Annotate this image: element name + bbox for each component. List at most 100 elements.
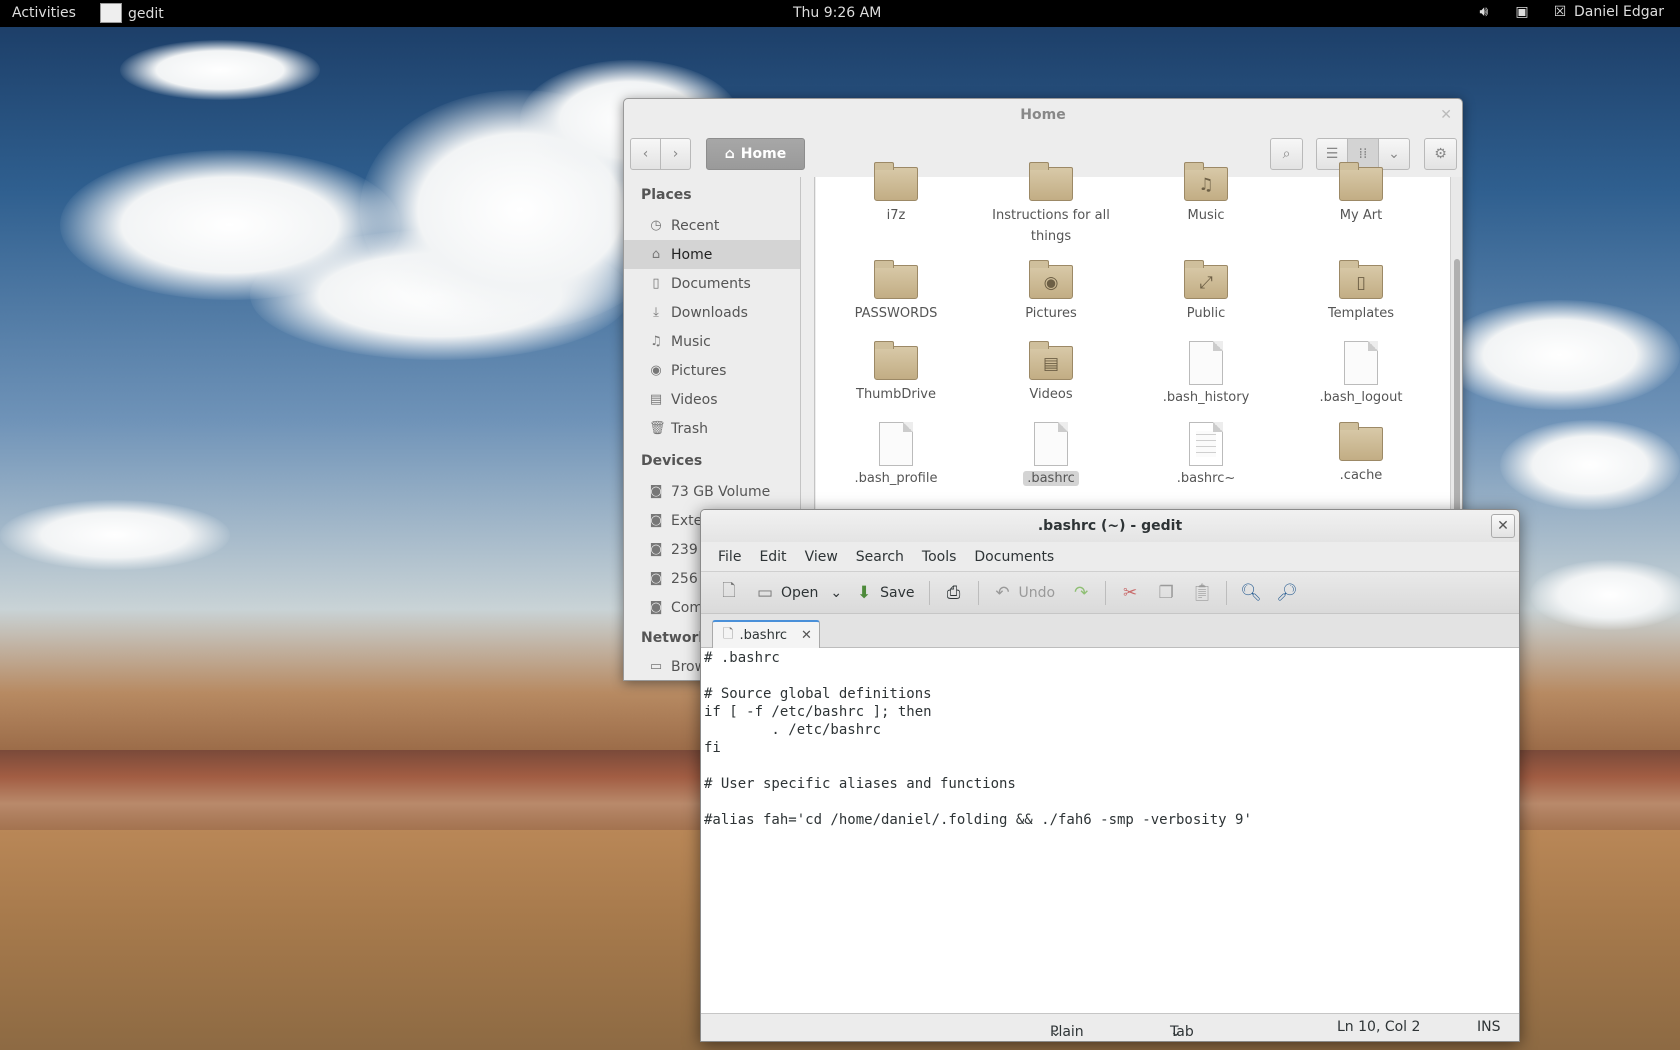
menu-tools[interactable]: Tools: [913, 549, 966, 565]
insert-mode: INS: [1477, 1019, 1501, 1035]
clock[interactable]: Thu 9:26 AM: [793, 5, 881, 21]
cut-button[interactable]: ✂: [1114, 577, 1146, 609]
public-folder-icon: ⤢: [1184, 260, 1228, 299]
toolbar-separator: [1105, 580, 1107, 605]
sidebar-item-documents[interactable]: ▯ Documents: [624, 269, 800, 298]
sidebar-item-label: Exte: [671, 512, 703, 529]
open-button[interactable]: ▭ Open: [749, 577, 824, 609]
toolbar-separator: [928, 580, 930, 605]
grid-item[interactable]: ThumbDrive: [821, 341, 971, 405]
sidebar-item-home[interactable]: ⌂ Home: [624, 240, 800, 269]
editor-line: # .bashrc: [704, 650, 780, 666]
grid-item[interactable]: My Art: [1286, 162, 1436, 226]
sidebar-item-videos[interactable]: ▤ Videos: [624, 385, 800, 414]
back-button[interactable]: ‹: [630, 138, 661, 170]
close-tab-icon[interactable]: ✕: [801, 628, 812, 643]
forward-button[interactable]: ›: [660, 138, 691, 170]
grid-item[interactable]: i7z: [821, 162, 971, 226]
sidebar-item-label: Music: [671, 333, 711, 350]
scissors-icon: ✂: [1122, 582, 1138, 603]
files-titlebar[interactable]: Home ✕: [624, 99, 1462, 131]
grid-item[interactable]: .bash_history: [1131, 341, 1281, 408]
editor-line: . /etc/bashrc: [704, 722, 882, 738]
menu-search[interactable]: Search: [847, 549, 913, 565]
grid-item[interactable]: .cache: [1286, 422, 1436, 486]
grid-item[interactable]: ▯ Templates: [1286, 260, 1436, 324]
chevron-right-icon: ›: [672, 146, 679, 162]
grid-item[interactable]: ◉ Pictures: [976, 260, 1126, 324]
undo-button[interactable]: ↶ Undo: [987, 577, 1062, 609]
app-menu[interactable]: gedit: [100, 3, 164, 23]
activities-button[interactable]: Activities: [12, 5, 76, 21]
sidebar-item-trash[interactable]: 🗑︎ Trash: [624, 414, 800, 443]
sidebar-item-label: 239: [671, 541, 698, 558]
videos-folder-icon: ▤: [1029, 341, 1073, 380]
grid-item[interactable]: ▤ Videos: [976, 341, 1126, 405]
menu-documents[interactable]: Documents: [965, 549, 1063, 565]
grid-item-label: Public: [1186, 306, 1226, 321]
gear-icon: ⚙: [1434, 146, 1447, 162]
sidebar-item-pictures[interactable]: ◉ Pictures: [624, 356, 800, 385]
save-icon: ⬇: [857, 582, 872, 603]
network-icon[interactable]: ▣: [1514, 4, 1530, 20]
sidebar-item-label: 256: [671, 570, 698, 587]
menu-edit[interactable]: Edit: [750, 549, 795, 565]
volume-icon[interactable]: 🔊︎: [1476, 4, 1492, 20]
camera-icon: ◉: [650, 363, 662, 378]
view-options-button[interactable]: ⌄: [1378, 138, 1410, 170]
trash-icon: 🗑︎: [649, 421, 666, 436]
sidebar-item-label: 73 GB Volume: [671, 483, 771, 500]
gedit-titlebar[interactable]: .bashrc (~) - gedit ✕: [701, 510, 1519, 542]
grid-item-label: i7z: [886, 208, 906, 223]
open-label: Open: [781, 584, 819, 601]
files-close-icon[interactable]: ✕: [1440, 99, 1452, 131]
path-home-button[interactable]: ⌂ Home: [706, 138, 805, 170]
gedit-menubar: File Edit View Search Tools Documents: [701, 542, 1519, 572]
paste-button[interactable]: 📋︎: [1186, 577, 1218, 609]
grid-item-selected[interactable]: .bashrc: [976, 422, 1126, 489]
toolbar-separator: [977, 580, 979, 605]
document-icon: ▯: [652, 276, 660, 291]
grid-item[interactable]: .bashrc~: [1131, 422, 1281, 489]
grid-item[interactable]: Instructions for all things: [976, 162, 1126, 247]
menu-file[interactable]: File: [709, 549, 750, 565]
tab-bashrc[interactable]: 🗋︎ .bashrc ✕: [712, 620, 820, 649]
sidebar-item-music[interactable]: ♫ Music: [624, 327, 800, 356]
text-editor[interactable]: # .bashrc # Source global definitions if […: [701, 648, 1519, 1013]
print-button[interactable]: ⎙: [938, 577, 970, 609]
find-replace-button[interactable]: 🔎︎: [1271, 577, 1303, 609]
settings-button[interactable]: ⚙: [1424, 138, 1457, 170]
sidebar-item-downloads[interactable]: ⤓ Downloads: [624, 298, 800, 327]
templates-folder-icon: ▯: [1339, 260, 1383, 299]
grid-item[interactable]: ♫ Music: [1131, 162, 1281, 226]
menu-view[interactable]: View: [796, 549, 847, 565]
find-button[interactable]: 🔍︎: [1235, 577, 1267, 609]
gedit-close-button[interactable]: ✕: [1491, 514, 1515, 538]
sidebar-item-recent[interactable]: ◷ Recent: [624, 211, 800, 240]
save-button[interactable]: ⬇ Save: [848, 577, 920, 609]
grid-item[interactable]: .bash_profile: [821, 422, 971, 489]
redo-icon: ↷: [1073, 582, 1089, 603]
film-icon: ▤: [649, 392, 663, 407]
user-menu[interactable]: ☒ Daniel Edgar: [1552, 4, 1664, 20]
close-icon: ✕: [1497, 518, 1509, 534]
copy-button[interactable]: ❐: [1150, 577, 1182, 609]
folder-icon: [1339, 162, 1383, 201]
new-document-button[interactable]: 🗋︎: [713, 577, 745, 609]
search-button[interactable]: ⌕: [1270, 138, 1303, 170]
list-icon: ☰: [1325, 146, 1339, 162]
grid-item[interactable]: ⤢ Public: [1131, 260, 1281, 324]
grid-item[interactable]: .bash_logout: [1286, 341, 1436, 408]
chevron-down-icon: ⌄: [1388, 146, 1400, 162]
sidebar-item-label: Videos: [671, 391, 718, 408]
open-recent-dropdown[interactable]: ⌄: [828, 577, 844, 609]
home-icon: ⌂: [651, 247, 661, 262]
sidebar-item-device[interactable]: ◙ 73 GB Volume: [624, 477, 800, 506]
grid-item[interactable]: PASSWORDS: [821, 260, 971, 324]
sidebar-item-label: Pictures: [671, 362, 727, 379]
text-file-icon: [1189, 422, 1223, 466]
redo-button[interactable]: ↷: [1065, 577, 1097, 609]
chevron-down-icon: ⌄: [830, 584, 843, 601]
